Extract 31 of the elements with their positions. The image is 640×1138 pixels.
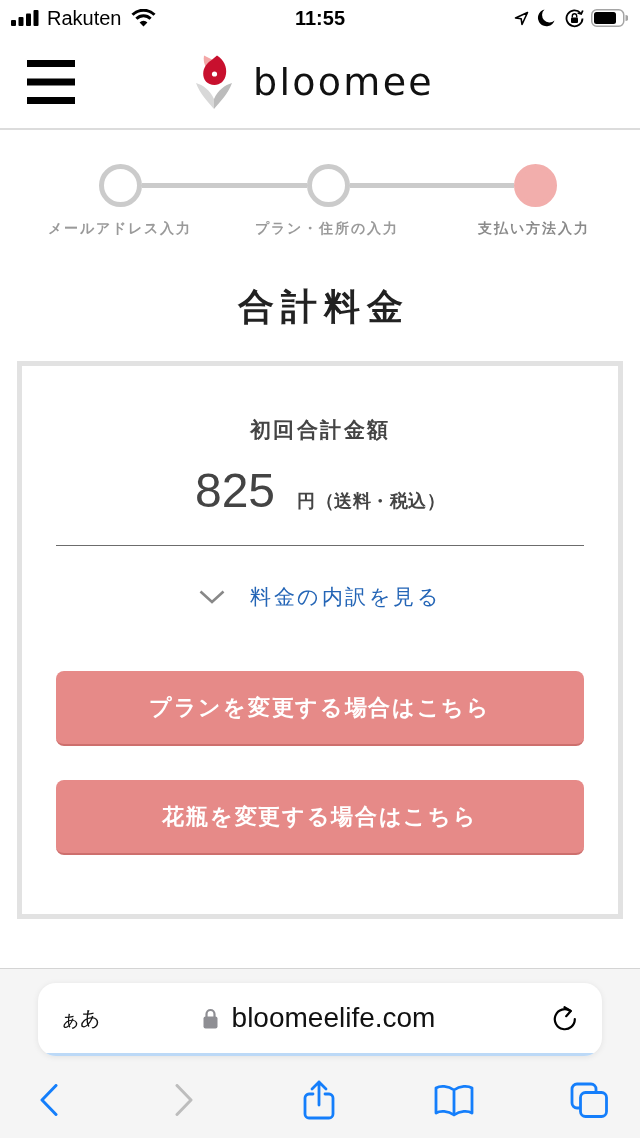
chevron-left-icon [40, 1084, 58, 1116]
menu-button[interactable] [27, 60, 75, 104]
location-arrow-icon [514, 10, 529, 26]
carrier-name: Rakuten [47, 6, 122, 30]
wifi-icon [130, 9, 156, 27]
price-unit-note: 円（送料・税込） [297, 489, 446, 513]
tulip-icon [195, 55, 232, 109]
menu-icon [27, 60, 75, 104]
step-label: メールアドレス入力 [47, 219, 192, 237]
reload-button[interactable] [551, 1005, 578, 1031]
signal-icon [11, 10, 39, 26]
step-label: プラン・住所の入力 [254, 219, 399, 237]
overlapping-squares-icon [570, 1082, 608, 1118]
book-icon [434, 1083, 474, 1117]
lock-icon [202, 1007, 218, 1029]
reload-icon [551, 1005, 578, 1031]
total-amount: 825 [194, 467, 276, 515]
total-label: 初回合計金額 [249, 418, 391, 443]
chevron-right-icon [175, 1084, 193, 1116]
home-link[interactable]: bloomee [195, 55, 435, 109]
step-label: 支払い方法入力 [477, 219, 590, 237]
rotation-lock-icon [565, 8, 584, 28]
battery-icon [591, 9, 628, 27]
status-time: 11:55 [294, 6, 346, 30]
url-text: bloomeelife.com [231, 1002, 436, 1034]
breakdown-link[interactable]: 料金の内訳を見る [199, 582, 441, 612]
text-size-button[interactable]: ぁあ [60, 1004, 100, 1032]
moon-icon [537, 9, 555, 27]
address-bar[interactable]: ぁあ bloomeelife.com [38, 983, 602, 1056]
page-title: 合計料金 [236, 285, 410, 329]
share-icon [303, 1080, 335, 1120]
